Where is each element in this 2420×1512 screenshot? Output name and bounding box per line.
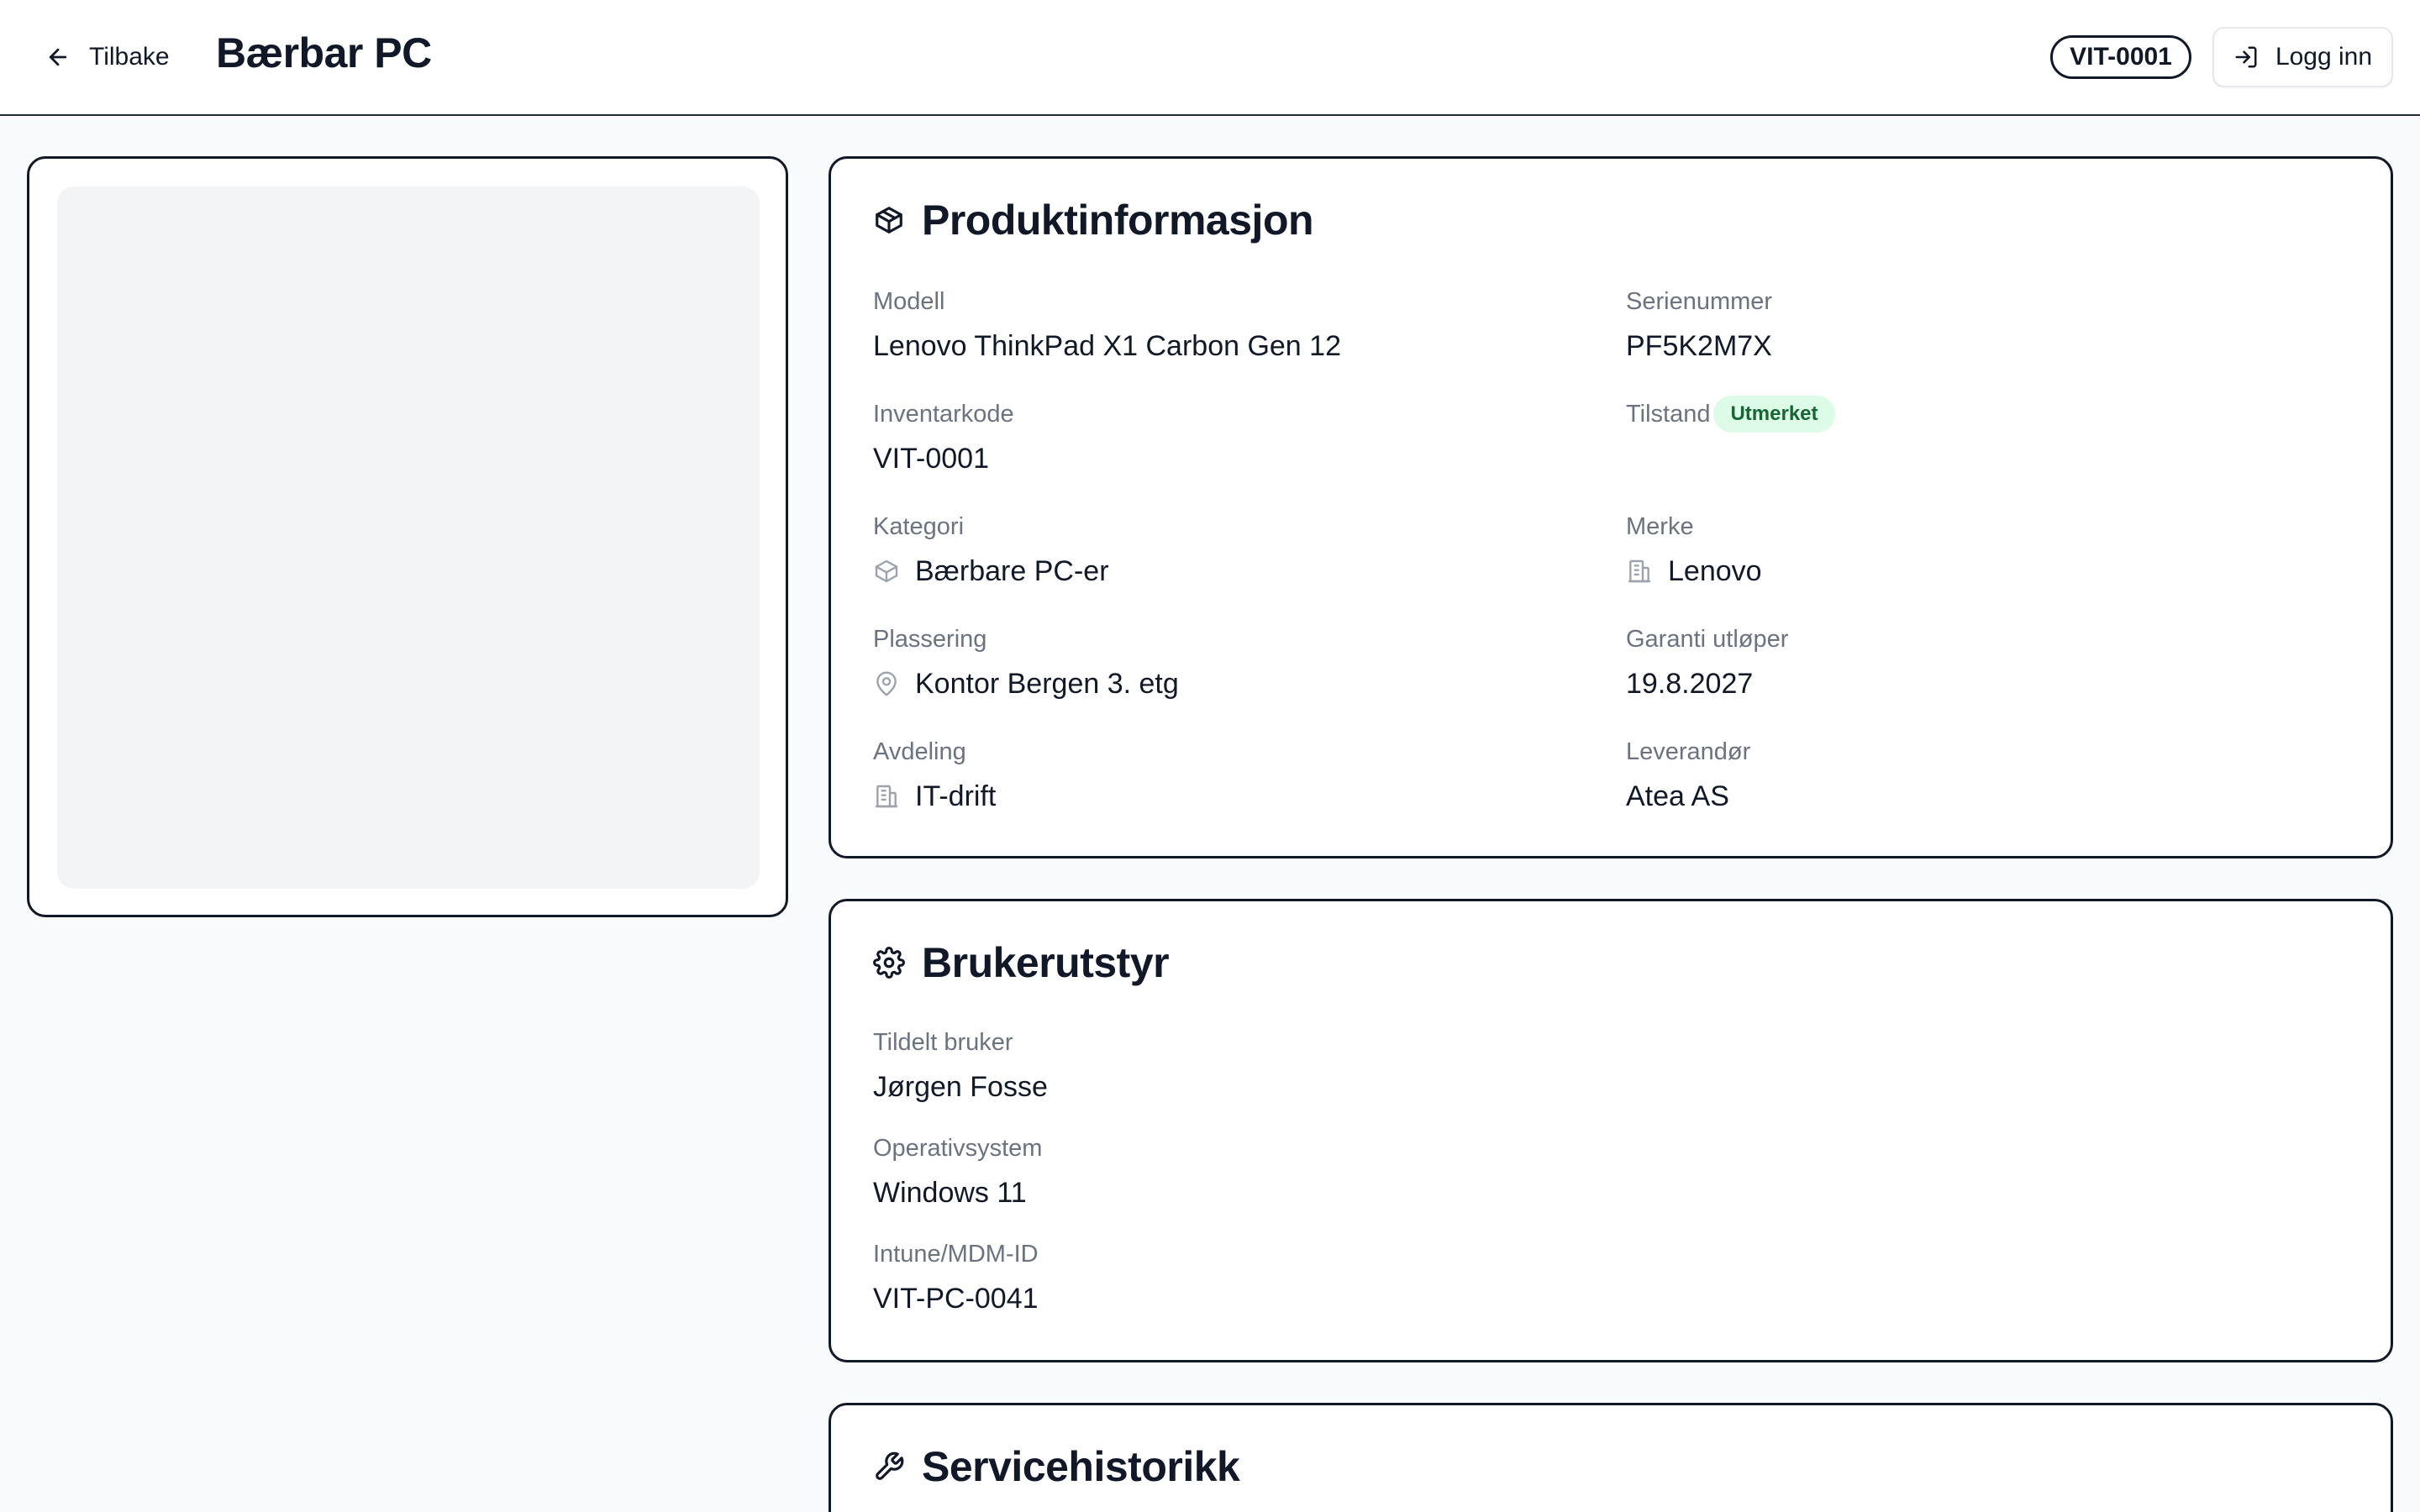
field-inventory-code: Inventarkode VIT-0001 xyxy=(873,399,1014,476)
field-warranty: Garanti utløper 19.8.2027 xyxy=(1626,624,1788,701)
department-value-row: IT-drift xyxy=(873,779,996,814)
service-history-heading: Servicehistorikk xyxy=(922,1443,1240,1490)
condition-label-row: Tilstand Utmerket xyxy=(1626,396,1835,433)
wrench-icon xyxy=(876,1452,904,1480)
field-serial: Serienummer PF5K2M7X xyxy=(1626,286,1772,364)
warranty-value: 19.8.2027 xyxy=(1626,668,1754,700)
condition-label: Tilstand xyxy=(1626,401,1711,428)
package-icon xyxy=(875,559,898,583)
serial-label: Serienummer xyxy=(1626,288,1773,315)
user-equipment-heading: Brukerutstyr xyxy=(922,939,1170,986)
brand-value-row: Lenovo xyxy=(1626,554,1762,589)
field-condition: Tilstand Utmerket xyxy=(1626,396,1835,433)
field-category: Kategori Bærbare PC-er xyxy=(873,512,1109,589)
map-pin-icon xyxy=(876,671,897,696)
inventory-value: VIT-0001 xyxy=(873,443,989,475)
building-icon xyxy=(875,785,898,808)
location-value-row: Kontor Bergen 3. etg xyxy=(873,666,1179,701)
supplier-label: Leverandør xyxy=(1626,738,1751,765)
brand-label: Merke xyxy=(1626,513,1694,540)
serial-value: PF5K2M7X xyxy=(1626,330,1772,362)
category-value-row: Bærbare PC-er xyxy=(873,554,1109,589)
settings-gear-icon xyxy=(873,947,905,979)
back-button[interactable]: Tilbake xyxy=(45,35,170,79)
inventory-label: Inventarkode xyxy=(873,401,1014,428)
arrow-left-icon xyxy=(49,48,67,66)
login-button[interactable]: Logg inn xyxy=(2212,27,2393,87)
condition-badge: Utmerket xyxy=(1713,396,1835,433)
product-info-heading: Produktinformasjon xyxy=(922,197,1314,244)
field-os: Operativsystem Windows 11 xyxy=(873,1133,1042,1210)
field-location: Plassering Kontor Bergen 3. etg xyxy=(873,624,1179,701)
department-value: IT-drift xyxy=(915,780,997,812)
field-brand: Merke Lenovo xyxy=(1626,512,1762,589)
assigned-user-label: Tildelt bruker xyxy=(873,1029,1013,1056)
user-equipment-card: Brukerutstyr Tildelt bruker Jørgen Fosse… xyxy=(829,899,2393,1362)
category-label: Kategori xyxy=(873,513,965,540)
service-history-card: Servicehistorikk xyxy=(829,1403,2393,1512)
field-assigned-user: Tildelt bruker Jørgen Fosse xyxy=(873,1027,1048,1105)
product-info-title: Produktinformasjon xyxy=(873,196,1314,244)
location-label: Plassering xyxy=(873,626,987,653)
user-equipment-title: Brukerutstyr xyxy=(873,938,1170,987)
field-model: Modell Lenovo ThinkPad X1 Carbon Gen 12 xyxy=(873,286,1341,364)
service-history-title: Servicehistorikk xyxy=(873,1442,1240,1491)
os-label: Operativsystem xyxy=(873,1135,1043,1162)
log-in-icon xyxy=(2235,46,2257,68)
os-value: Windows 11 xyxy=(873,1177,1027,1209)
warranty-label: Garanti utløper xyxy=(1626,626,1789,653)
package-icon xyxy=(876,207,902,234)
product-image-card xyxy=(27,156,788,917)
top-header: Tilbake Bærbar PC VIT-0001 Logg inn xyxy=(0,0,2420,116)
model-value: Lenovo ThinkPad X1 Carbon Gen 12 xyxy=(873,330,1341,362)
category-value: Bærbare PC-er xyxy=(915,555,1109,587)
mdm-id-label: Intune/MDM-ID xyxy=(873,1241,1039,1268)
supplier-value: Atea AS xyxy=(1626,780,1729,812)
mdm-id-value: VIT-PC-0041 xyxy=(873,1283,1039,1315)
assigned-user-value: Jørgen Fosse xyxy=(873,1071,1048,1103)
brand-value: Lenovo xyxy=(1668,555,1762,587)
model-label: Modell xyxy=(873,288,945,315)
field-supplier: Leverandør Atea AS xyxy=(1626,737,1750,814)
building-icon xyxy=(1628,559,1651,583)
product-info-card: Produktinformasjon Modell Lenovo ThinkPa… xyxy=(829,156,2393,858)
back-button-label: Tilbake xyxy=(89,43,170,71)
location-value: Kontor Bergen 3. etg xyxy=(915,668,1179,700)
page-title: Bærbar PC xyxy=(216,29,432,76)
field-mdm-id: Intune/MDM-ID VIT-PC-0041 xyxy=(873,1239,1039,1316)
field-department: Avdeling IT-drift xyxy=(873,737,996,814)
login-button-label: Logg inn xyxy=(2275,43,2373,71)
inventory-code-badge: VIT-0001 xyxy=(2050,35,2191,79)
product-image-placeholder xyxy=(57,186,760,889)
department-label: Avdeling xyxy=(873,738,966,765)
